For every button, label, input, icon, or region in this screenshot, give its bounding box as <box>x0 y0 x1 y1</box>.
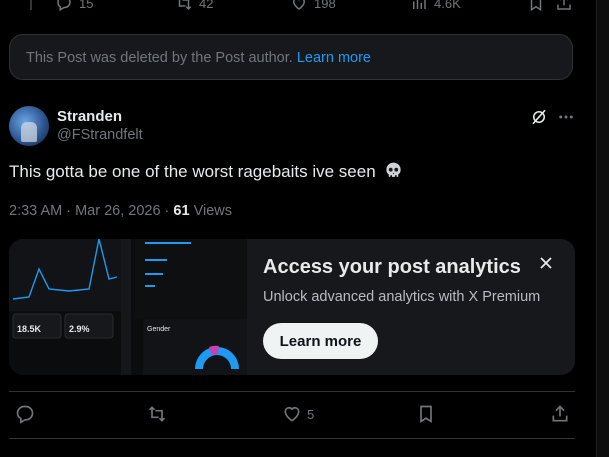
prev-reply-button[interactable]: 15 <box>55 0 93 12</box>
like-count: 5 <box>307 406 315 422</box>
repost-icon <box>178 0 192 11</box>
prev-post-actions: 15 42 198 4.6K <box>55 0 575 12</box>
thread-line <box>30 0 32 10</box>
prev-views-button[interactable]: 4.6K <box>410 0 461 12</box>
reply-icon <box>57 0 71 12</box>
scrollbar[interactable] <box>596 0 609 457</box>
display-name[interactable]: Stranden <box>57 108 122 125</box>
deleted-post-notice: This Post was deleted by the Post author… <box>9 34 573 80</box>
prev-like-button[interactable]: 198 <box>290 0 336 12</box>
prev-bookmark-button[interactable] <box>527 0 545 12</box>
divider-bottom <box>9 438 575 439</box>
divider-top <box>9 391 575 392</box>
like-button[interactable]: 5 <box>282 404 314 424</box>
user-handle[interactable]: @FStrandfelt <box>57 127 143 143</box>
share-icon <box>552 405 568 422</box>
grok-icon[interactable] <box>530 108 548 126</box>
share-button[interactable] <box>550 404 570 424</box>
views-icon <box>413 0 426 9</box>
share-icon <box>557 0 571 10</box>
bookmark-icon <box>530 0 542 12</box>
views-label: Views <box>189 203 233 219</box>
preview-gender-label: Gender <box>147 326 171 333</box>
post-text: This gotta be one of the worst ragebaits… <box>9 161 403 182</box>
post-timestamp[interactable]: 2:33 AM · Mar 26, 2026 · <box>9 203 173 219</box>
bookmark-button[interactable] <box>416 404 436 424</box>
heart-icon <box>284 406 300 422</box>
analytics-preview-image: 18.5K 2.9% Gender <box>9 239 247 375</box>
learn-more-button[interactable]: Learn more <box>263 323 378 359</box>
more-options-icon[interactable] <box>556 108 576 126</box>
prev-like-count: 198 <box>314 0 336 11</box>
repost-icon <box>148 406 166 422</box>
reply-button[interactable] <box>15 404 35 424</box>
prev-repost-button[interactable]: 42 <box>175 0 213 12</box>
preview-stat-impressions: 18.5K <box>17 324 42 334</box>
close-icon[interactable] <box>538 255 554 271</box>
post-actions: 5 <box>0 404 600 426</box>
prev-views-count: 4.6K <box>434 0 461 11</box>
repost-button[interactable] <box>147 404 167 424</box>
prev-share-button[interactable] <box>555 0 573 12</box>
preview-stat-engagement: 2.9% <box>69 324 90 334</box>
card-title: Access your post analytics <box>263 256 521 278</box>
heart-icon <box>292 0 306 10</box>
post-text-body: This gotta be one of the worst ragebaits… <box>9 162 376 181</box>
deleted-notice-text: This Post was deleted by the Post author… <box>26 50 371 66</box>
views-count: 61 <box>173 203 190 219</box>
bookmark-icon <box>420 405 432 424</box>
skull-icon <box>386 162 402 177</box>
card-subtitle: Unlock advanced analytics with X Premium <box>263 289 541 305</box>
learn-more-link[interactable]: Learn more <box>297 50 371 66</box>
analytics-upsell-card[interactable]: 18.5K 2.9% Gender Access your post analy… <box>9 239 575 375</box>
prev-repost-count: 42 <box>199 0 214 11</box>
prev-reply-count: 15 <box>79 0 94 11</box>
reply-icon <box>16 405 34 424</box>
post-meta: 2:33 AM · Mar 26, 2026 · 61 Views <box>9 203 232 219</box>
avatar[interactable] <box>9 106 49 146</box>
